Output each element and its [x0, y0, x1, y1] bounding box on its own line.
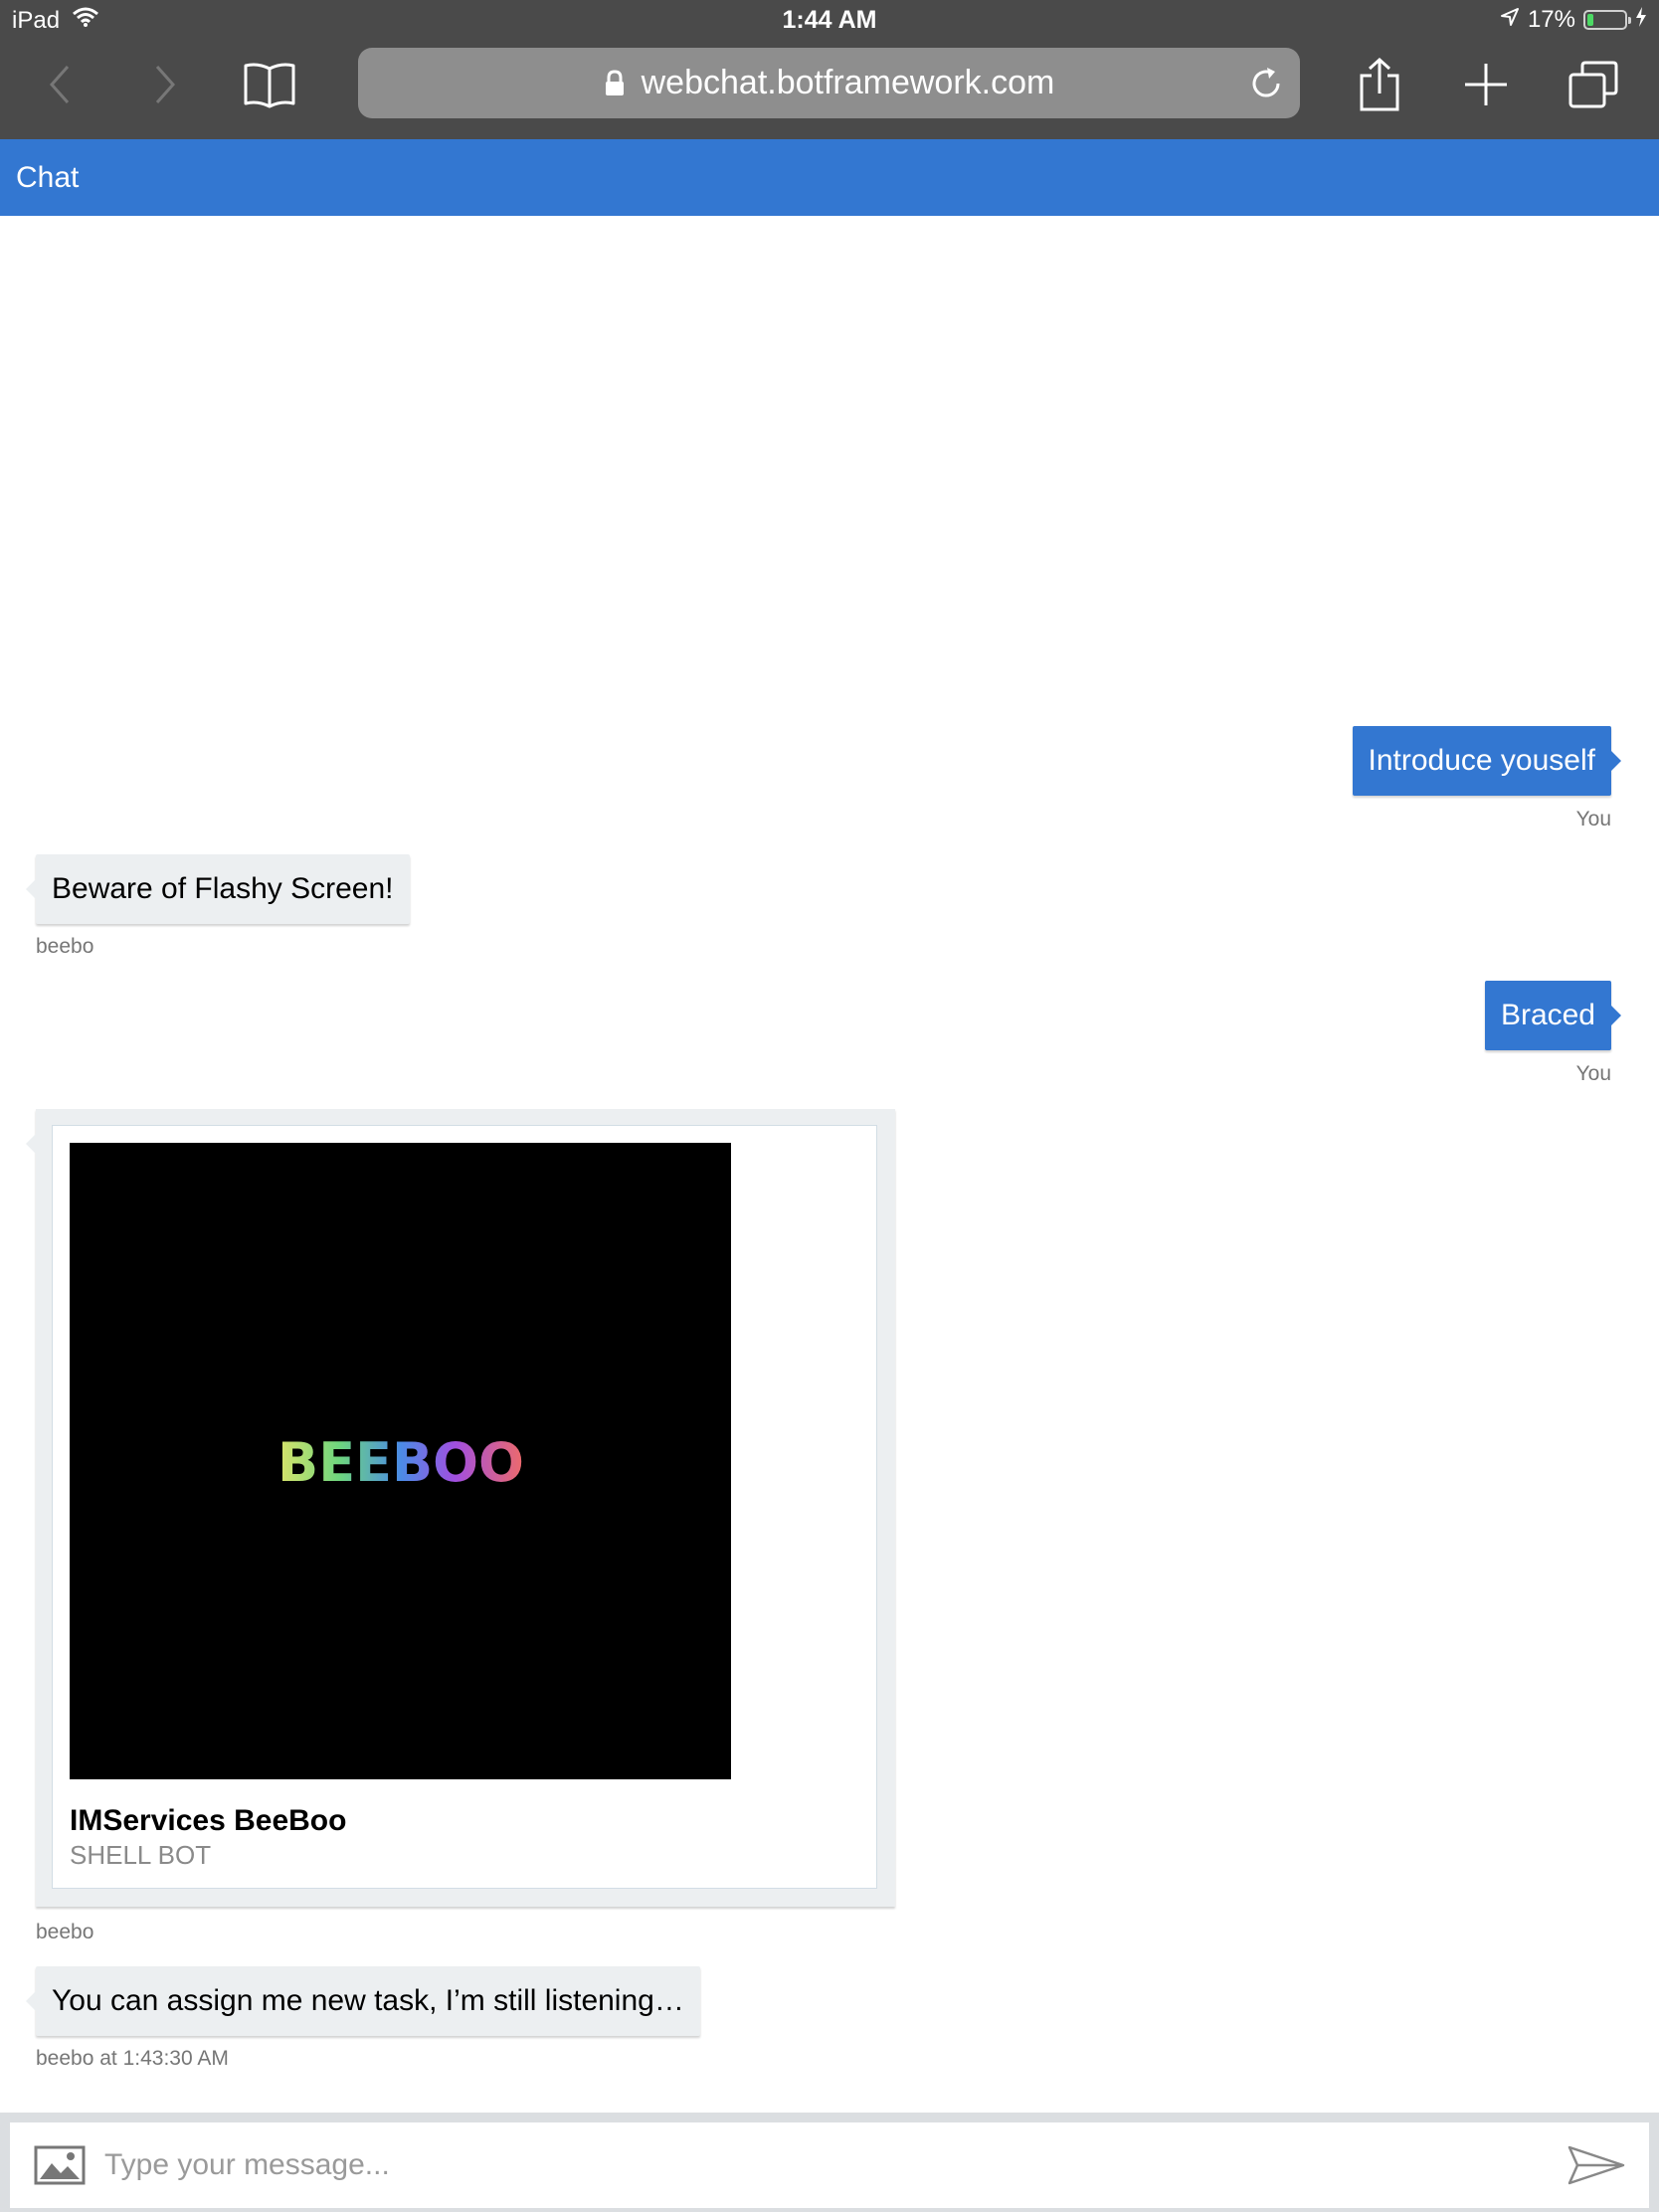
- share-icon: [1360, 58, 1399, 111]
- reload-icon: [1252, 68, 1280, 97]
- tabs-button[interactable]: [1559, 50, 1628, 119]
- lock-icon: [605, 69, 624, 95]
- message-timestamp: beebo at 1:43:30 AM: [36, 2047, 229, 2070]
- card-image: BEEBOO: [70, 1143, 731, 1779]
- hero-card-message: BEEBOO IMServices BeeBoo SHELL BOT: [26, 1109, 895, 1907]
- user-message: Braced: [1484, 981, 1622, 1050]
- url-text: webchat.botframework.com: [641, 64, 1055, 101]
- status-bar: iPad 1:44 AM 17%: [0, 0, 1659, 40]
- message-sender: You: [1575, 1062, 1611, 1085]
- battery-icon: [1583, 10, 1631, 30]
- forward-button[interactable]: [129, 50, 199, 119]
- message-sender: You: [1575, 808, 1611, 830]
- bot-message: You can assign me new task, I’m still li…: [26, 1966, 700, 2036]
- send-button[interactable]: [1564, 2136, 1629, 2194]
- message-input[interactable]: [104, 2136, 1547, 2194]
- chat-header: Chat: [0, 139, 1659, 216]
- message-sender: beebo: [36, 935, 94, 958]
- send-icon: [1567, 2145, 1625, 2185]
- tabs-icon: [1568, 61, 1618, 108]
- user-message: Introduce youself: [1352, 726, 1622, 796]
- address-content: webchat.botframework.com: [358, 48, 1300, 118]
- charging-bolt-icon: [1635, 6, 1647, 34]
- new-tab-button[interactable]: [1451, 50, 1521, 119]
- chat-title: Chat: [16, 161, 80, 194]
- battery-level: [1587, 14, 1593, 26]
- card-subtitle: SHELL BOT: [70, 1840, 212, 1870]
- bot-message: Beware of Flashy Screen!: [26, 854, 410, 924]
- compose-area: [0, 2113, 1659, 2212]
- chevron-left-icon: [49, 66, 70, 103]
- status-time: 1:44 AM: [782, 6, 877, 34]
- browser-chrome: iPad 1:44 AM 17% webchat.botframework.co…: [0, 0, 1659, 139]
- plus-icon: [1465, 64, 1507, 105]
- share-button[interactable]: [1345, 50, 1414, 119]
- location-arrow-icon: [1500, 6, 1520, 34]
- back-button[interactable]: [26, 50, 95, 119]
- chevron-right-icon: [155, 66, 176, 103]
- hero-card[interactable]: BEEBOO IMServices BeeBoo SHELL BOT: [52, 1125, 877, 1889]
- svg-text:BEEBOO: BEEBOO: [277, 1431, 524, 1494]
- reload-button[interactable]: [1238, 56, 1294, 111]
- status-right: 17%: [1500, 6, 1647, 34]
- card-title: IMServices BeeBoo: [70, 1804, 347, 1837]
- compose-box: [10, 2122, 1649, 2208]
- beeboo-logo: BEEBOO: [277, 1431, 524, 1494]
- book-icon: [244, 63, 295, 108]
- battery-percent: 17%: [1527, 6, 1575, 33]
- message-sender: beebo: [36, 1921, 94, 1943]
- browser-toolbar: webchat.botframework.com: [0, 40, 1659, 139]
- image-icon: [34, 2145, 86, 2185]
- upload-image-button[interactable]: [30, 2138, 90, 2192]
- bookmarks-button[interactable]: [235, 50, 304, 119]
- address-bar[interactable]: webchat.botframework.com: [358, 48, 1300, 118]
